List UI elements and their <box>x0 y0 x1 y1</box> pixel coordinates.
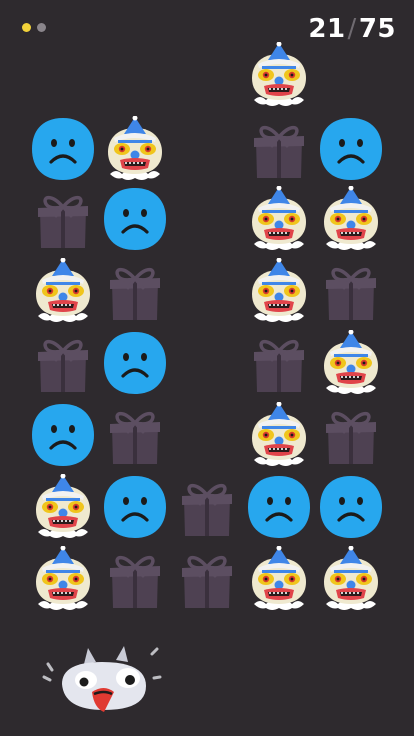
sad-face-icon[interactable] <box>30 402 96 468</box>
clown-icon[interactable] <box>246 402 312 468</box>
gift-icon[interactable] <box>318 258 384 324</box>
game-board <box>0 0 414 736</box>
clown-icon[interactable] <box>246 186 312 252</box>
clown-icon[interactable] <box>30 546 96 612</box>
gift-icon[interactable] <box>102 402 168 468</box>
gift-icon[interactable] <box>174 546 240 612</box>
clown-icon[interactable] <box>318 186 384 252</box>
clown-icon[interactable] <box>30 258 96 324</box>
gift-icon[interactable] <box>102 258 168 324</box>
clown-icon[interactable] <box>246 258 312 324</box>
gift-icon[interactable] <box>30 186 96 252</box>
sad-face-icon[interactable] <box>102 474 168 540</box>
gift-icon[interactable] <box>102 546 168 612</box>
sad-face-icon[interactable] <box>318 474 384 540</box>
clown-icon[interactable] <box>318 546 384 612</box>
clown-icon[interactable] <box>246 42 312 108</box>
clown-icon[interactable] <box>318 330 384 396</box>
gift-icon[interactable] <box>30 330 96 396</box>
sad-face-icon[interactable] <box>102 186 168 252</box>
sad-face-icon[interactable] <box>102 330 168 396</box>
clown-icon[interactable] <box>30 474 96 540</box>
sad-face-icon[interactable] <box>30 116 96 182</box>
sad-face-icon[interactable] <box>246 474 312 540</box>
sad-face-icon[interactable] <box>318 116 384 182</box>
gift-icon[interactable] <box>174 474 240 540</box>
gift-icon[interactable] <box>246 330 312 396</box>
clown-icon[interactable] <box>102 116 168 182</box>
gift-icon[interactable] <box>318 402 384 468</box>
gift-icon[interactable] <box>246 116 312 182</box>
clown-icon[interactable] <box>246 546 312 612</box>
goofy-bird-icon[interactable] <box>42 640 162 720</box>
